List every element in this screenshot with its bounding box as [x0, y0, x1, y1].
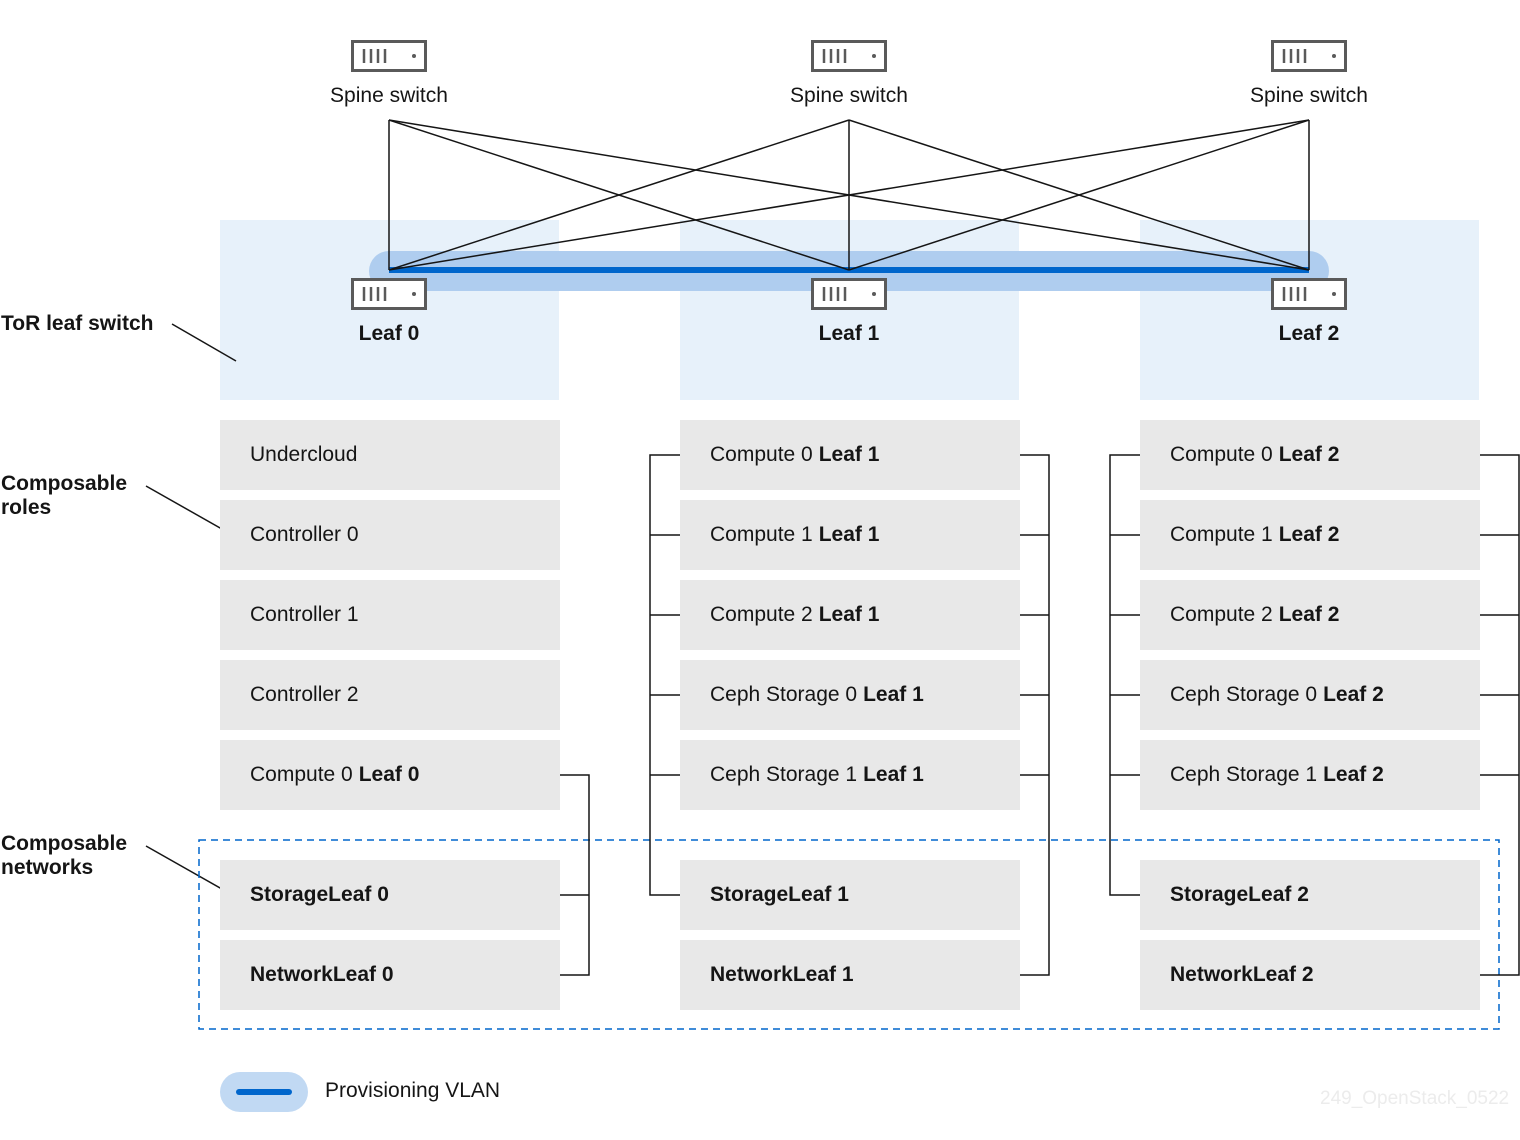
network-box: NetworkLeaf 0: [220, 940, 560, 1010]
network-box: StorageLeaf 0: [220, 860, 560, 930]
role-box: Compute 0 Leaf 1: [680, 420, 1020, 490]
role-leaf: Leaf 2: [1278, 603, 1340, 626]
role-box: Compute 2 Leaf 2: [1140, 580, 1480, 650]
switch-icon: [351, 278, 427, 310]
role-leaf: Leaf 0: [358, 763, 420, 786]
role-text: Ceph Storage 1: [710, 763, 858, 786]
tor-leaf-switch-label: ToR leaf switch: [1, 312, 154, 335]
role-text: Compute 1: [1170, 523, 1273, 546]
network-box: NetworkLeaf 2: [1140, 940, 1480, 1010]
role-text: Compute 0: [1170, 443, 1273, 466]
role-box: Controller 1: [220, 580, 560, 650]
switch-icon: [1271, 278, 1347, 310]
role-text: Controller 0: [250, 523, 359, 546]
role-box: Ceph Storage 0 Leaf 2: [1140, 660, 1480, 730]
network-box: NetworkLeaf 1: [680, 940, 1020, 1010]
composable-roles-label: Composable roles: [1, 472, 127, 520]
role-box: Controller 0: [220, 500, 560, 570]
role-text: Compute 1: [710, 523, 813, 546]
role-leaf: Leaf 2: [1278, 523, 1340, 546]
network-box: StorageLeaf 1: [680, 860, 1020, 930]
role-text: Ceph Storage 0: [1170, 683, 1318, 706]
spine-switch-label: Spine switch: [330, 84, 448, 107]
role-box: Compute 2 Leaf 1: [680, 580, 1020, 650]
composable-roles-label-line1: Composable: [1, 472, 128, 495]
role-box: Compute 0 Leaf 2: [1140, 420, 1480, 490]
role-text: Undercloud: [250, 443, 358, 466]
switch-icon: [811, 278, 887, 310]
role-leaf: Leaf 1: [818, 523, 880, 546]
role-text: Compute 0: [710, 443, 813, 466]
role-box: Ceph Storage 0 Leaf 1: [680, 660, 1020, 730]
role-leaf: Leaf 1: [863, 763, 924, 786]
role-text: Ceph Storage 0: [710, 683, 858, 706]
spine-leaf-links: [388, 119, 1310, 271]
role-text: Compute 2: [710, 603, 813, 626]
switch-icon: [1271, 40, 1347, 72]
leaf-switch-label: Leaf 0: [358, 322, 420, 345]
composable-networks-label: Composable networks: [1, 832, 127, 880]
role-box: Compute 1 Leaf 1: [680, 500, 1020, 570]
role-text: Ceph Storage 1: [1170, 763, 1318, 786]
composable-networks-label-line1: Composable: [1, 832, 128, 855]
role-box: Compute 1 Leaf 2: [1140, 500, 1480, 570]
watermark: 249_OpenStack_0522: [1320, 1088, 1510, 1109]
switch-icon: [811, 40, 887, 72]
role-text: Controller 2: [250, 683, 359, 706]
role-leaf: Leaf 2: [1278, 443, 1340, 466]
role-box: Compute 0 Leaf 0: [220, 740, 560, 810]
role-box: Ceph Storage 1 Leaf 1: [680, 740, 1020, 810]
leaf-switch-label: Leaf 1: [818, 322, 880, 345]
switch-icon: [351, 40, 427, 72]
role-box: Undercloud: [220, 420, 560, 490]
role-leaf: Leaf 1: [818, 603, 880, 626]
role-text: Controller 1: [250, 603, 359, 626]
legend-vlan-line: [236, 1089, 292, 1095]
composable-networks-label-line2: networks: [1, 856, 94, 879]
leaf-switch-label: Leaf 2: [1278, 322, 1340, 345]
role-leaf: Leaf 1: [863, 683, 924, 706]
role-text: Compute 0: [250, 763, 353, 786]
role-leaf: Leaf 2: [1323, 683, 1384, 706]
role-box: Ceph Storage 1 Leaf 2: [1140, 740, 1480, 810]
role-leaf: Leaf 2: [1323, 763, 1384, 786]
role-text: Compute 2: [1170, 603, 1273, 626]
role-box: Controller 2: [220, 660, 560, 730]
composable-roles-label-line2: roles: [1, 496, 52, 519]
role-leaf: Leaf 1: [818, 443, 880, 466]
spine-switch-label: Spine switch: [790, 84, 908, 107]
spine-switch-label: Spine switch: [1250, 84, 1368, 107]
network-box: StorageLeaf 2: [1140, 860, 1480, 930]
legend-label: Provisioning VLAN: [325, 1079, 501, 1102]
